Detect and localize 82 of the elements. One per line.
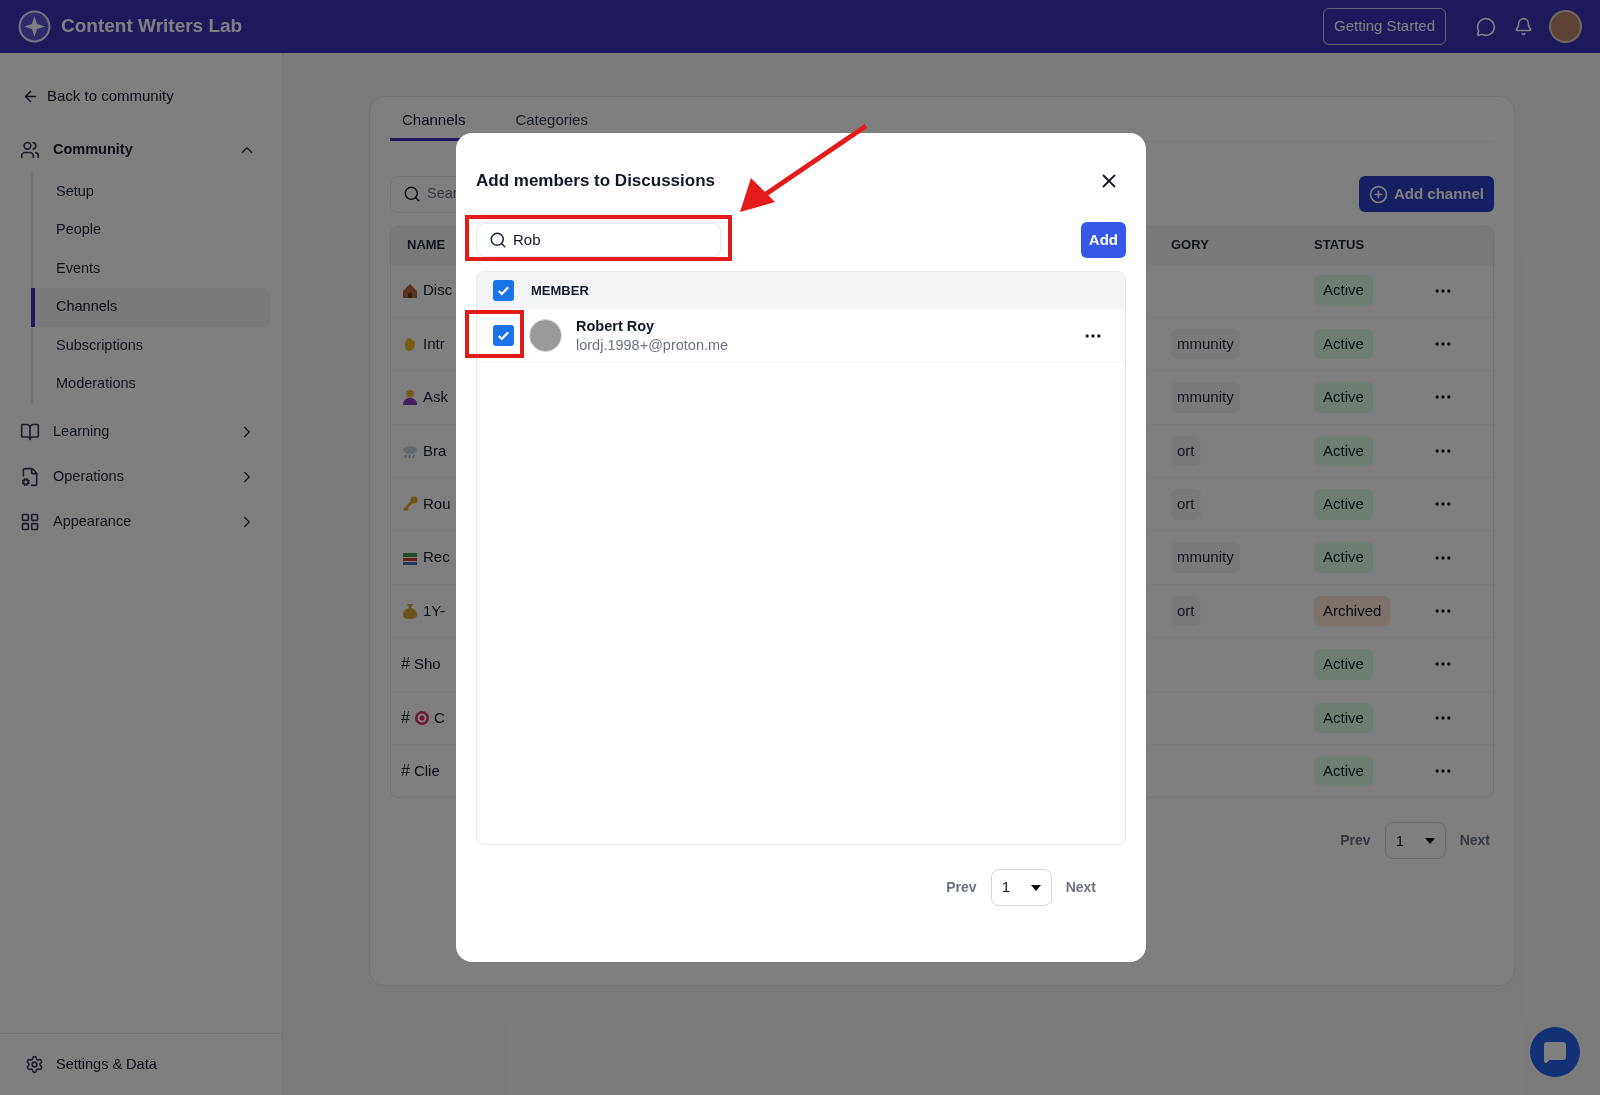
caret-icon <box>1030 884 1041 891</box>
page-select[interactable]: 1 <box>990 869 1052 906</box>
brand-name: Content Writers Lab <box>61 14 243 39</box>
channel-name[interactable]: Bra <box>423 439 447 463</box>
checkbox[interactable] <box>493 280 514 301</box>
settings-icon <box>25 1055 44 1074</box>
category-tag: ort <box>1171 595 1201 627</box>
status-badge: Active <box>1314 328 1373 360</box>
channel-name[interactable]: Sho <box>413 653 441 676</box>
member-avatar <box>529 319 562 352</box>
prev-button[interactable]: Prev <box>946 877 977 898</box>
blocks-icon <box>20 512 40 532</box>
member-email: lordj.1998+@proton.me <box>576 335 729 355</box>
chat-support-button[interactable] <box>1530 1027 1580 1077</box>
hash-symbol: # <box>401 707 410 728</box>
getting-started-button[interactable]: Getting Started <box>1323 8 1446 45</box>
status-badge: Active <box>1314 489 1373 520</box>
sidebar-section[interactable]: Learning <box>53 421 110 443</box>
prev-button[interactable]: Prev <box>1340 830 1371 852</box>
category-tag: mmunity <box>1171 542 1240 573</box>
search-icon <box>489 231 507 249</box>
chat-icon[interactable] <box>1476 16 1496 37</box>
logo-icon <box>18 10 51 43</box>
sidebar-item[interactable]: Events <box>33 249 282 288</box>
sidebar-item[interactable]: Channels <box>31 288 270 327</box>
caret-icon <box>1424 837 1435 844</box>
checkbox[interactable] <box>493 325 514 346</box>
search-icon <box>403 185 421 203</box>
channel-name[interactable]: Rou <box>423 493 451 516</box>
back-link[interactable]: Back to community <box>47 85 174 108</box>
target-icon <box>413 709 430 726</box>
column-header: GORY <box>1171 236 1210 255</box>
house-icon <box>401 281 419 300</box>
hash-symbol: # <box>401 654 410 675</box>
book-icon <box>20 422 40 442</box>
add-channel-button[interactable]: Add channel <box>1359 176 1494 212</box>
column-header: MEMBER <box>531 281 589 300</box>
dialog-title: Add members to Discussions <box>476 170 715 193</box>
sidebar-item[interactable]: People <box>33 211 282 250</box>
category-tag: mmunity <box>1171 328 1240 360</box>
document-gear-icon <box>20 467 40 487</box>
avatar[interactable] <box>1549 10 1582 43</box>
status-badge: Active <box>1314 435 1373 467</box>
sidebar-section[interactable]: Operations <box>53 466 124 488</box>
money-bag-icon <box>401 602 419 621</box>
sidebar-item[interactable]: Setup <box>33 172 282 211</box>
status-badge: Active <box>1314 542 1373 573</box>
community-icon <box>20 140 40 160</box>
channel-name[interactable]: Ask <box>423 386 448 409</box>
channel-name[interactable]: Rec <box>423 546 450 569</box>
sidebar-item[interactable]: Subscriptions <box>33 326 282 365</box>
status-badge: Active <box>1314 755 1373 787</box>
column-header: NAME <box>406 236 447 255</box>
settings-link[interactable]: Settings & Data <box>56 1053 157 1076</box>
category-tag: ort <box>1171 435 1201 467</box>
channel-name[interactable]: 1Y- <box>423 599 445 623</box>
highlight-box <box>465 310 524 358</box>
status-badge: Active <box>1314 649 1373 680</box>
notification-icon[interactable] <box>1514 17 1533 36</box>
add-button[interactable]: Add <box>1080 222 1126 258</box>
person-icon <box>401 388 419 407</box>
page-select[interactable]: 1 <box>1384 822 1446 860</box>
channel-name[interactable]: C <box>433 706 445 730</box>
next-button[interactable]: Next <box>1459 830 1490 852</box>
next-button[interactable]: Next <box>1065 877 1096 898</box>
column-header: STATUS <box>1314 236 1366 255</box>
status-badge: Archived <box>1314 595 1391 627</box>
category-tag: mmunity <box>1171 382 1240 413</box>
status-badge: Active <box>1314 275 1373 306</box>
status-badge: Active <box>1314 382 1373 413</box>
channel-name[interactable]: Intr <box>423 332 445 356</box>
category-tag: ort <box>1171 489 1201 520</box>
channel-name[interactable]: Clie <box>413 759 440 783</box>
hash-symbol: # <box>401 761 410 782</box>
channel-name[interactable]: Disc <box>423 279 453 302</box>
plus-circle-icon <box>1369 184 1388 204</box>
member-name: Robert Roy <box>576 316 656 336</box>
chat-bubble-icon <box>1543 1040 1567 1064</box>
sidebar-item[interactable]: Moderations <box>33 365 282 404</box>
status-badge: Active <box>1314 702 1373 734</box>
sidebar-section[interactable]: Appearance <box>53 511 132 533</box>
sidebar-section[interactable]: Community <box>53 139 133 161</box>
